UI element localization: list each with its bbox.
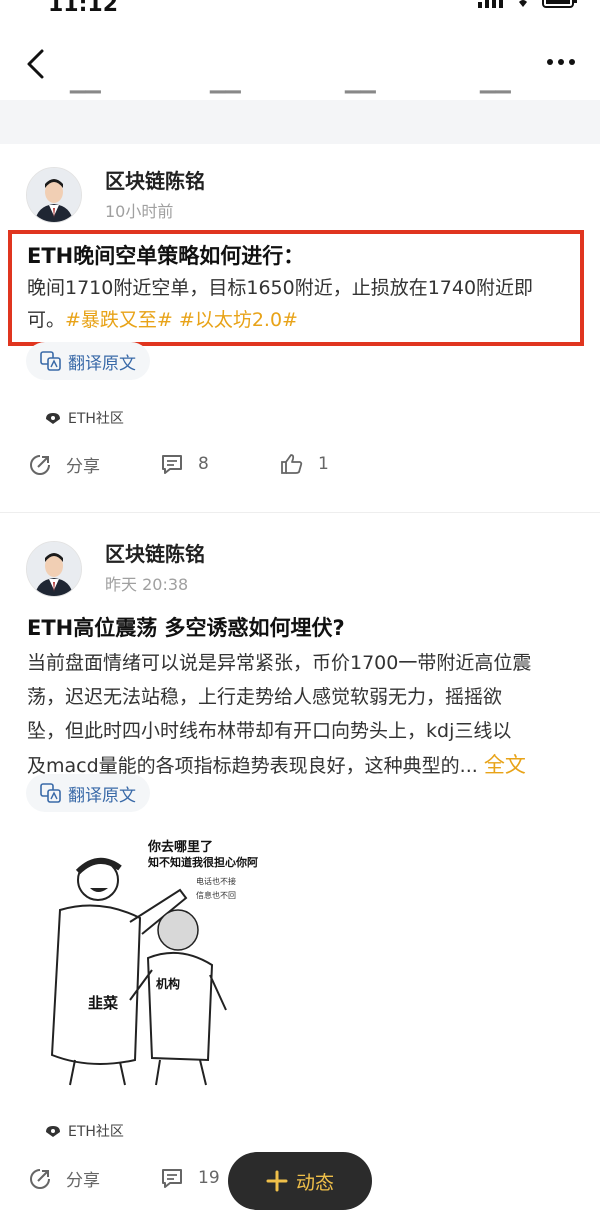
full-text-link[interactable]: 全文 [484, 753, 526, 777]
comment-count: 19 [198, 1168, 220, 1188]
translate-button[interactable]: 翻译原文 [26, 342, 150, 380]
wifi-icon [519, 0, 527, 7]
hashtag-link[interactable]: #暴跌又至# [65, 309, 173, 331]
avatar[interactable] [26, 541, 82, 597]
like-count: 1 [318, 454, 329, 474]
author-name[interactable]: 区块链陈铭 [105, 165, 205, 194]
post-body-line: 坠，但此时四小时线布林带却有开口向势头上，kdj三线以 [27, 720, 512, 742]
post-time: 10小时前 [105, 202, 174, 221]
post-body-line: 晚间1710附近空单，目标1650附近，止损放在1740附近即 [27, 277, 534, 299]
meme-caption: 知不知道我很担心你阿 [148, 856, 258, 869]
avatar[interactable] [26, 167, 82, 223]
author-name[interactable]: 区块链陈铭 [105, 538, 205, 567]
community-label: ETH社区 [68, 411, 124, 427]
status-icons [478, 0, 578, 8]
author-portrait-icon [27, 168, 81, 222]
signal-icon [478, 0, 503, 8]
status-time: 11:12 [48, 0, 119, 17]
meme-label: 机构 [156, 977, 181, 991]
post-title[interactable]: ETH晚间空单策略如何进行： [27, 240, 304, 270]
community-tag[interactable]: ETH社区 [44, 1121, 124, 1141]
meme-label: 韭菜 [88, 994, 119, 1012]
share-label: 分享 [66, 1171, 100, 1191]
author-portrait-icon [27, 542, 81, 596]
create-post-label: 动态 [295, 1171, 334, 1194]
translate-label: 翻译原文 [68, 785, 136, 806]
meme-caption: 你去哪里了 [148, 840, 214, 855]
status-bar: 11:12 [0, 0, 600, 22]
post-body[interactable]: 晚间1710附近空单，目标1650附近，止损放在1740附近即 可。#暴跌又至#… [27, 272, 587, 336]
share-icon [30, 1168, 50, 1189]
translate-label: 翻译原文 [68, 353, 136, 374]
comment-button[interactable]: 8 [160, 452, 209, 476]
tab-strip: ▔▔ ▔▔ ▔▔ ▔▔ [0, 90, 600, 144]
share-button[interactable]: 分享 [28, 1166, 100, 1191]
post-image[interactable]: 你去哪里了 知不知道我很担心你阿 电话也不接 信息也不回 韭菜 机构 [30, 830, 260, 1090]
community-icon [46, 413, 60, 424]
plus-icon [266, 1170, 288, 1192]
share-button[interactable]: 分享 [28, 452, 100, 477]
post-title[interactable]: ETH高位震荡 多空诱惑如何埋伏? [27, 612, 345, 642]
meme-caption: 信息也不回 [196, 891, 236, 900]
translate-icon [40, 783, 61, 803]
community-label: ETH社区 [68, 1124, 124, 1140]
post-time: 昨天 20:38 [105, 575, 189, 594]
community-icon [46, 1126, 60, 1137]
thumbs-up-icon [281, 454, 303, 474]
tab-ghost-1[interactable]: ▔▔ [70, 90, 101, 114]
translate-button[interactable]: 翻译原文 [26, 774, 150, 812]
comment-count: 8 [198, 454, 209, 474]
share-icon [30, 454, 50, 475]
more-dots-icon[interactable] [546, 58, 576, 66]
post-body-line: 当前盘面情绪可以说是异常紧张，币价1700一带附近高位震 [27, 652, 532, 674]
battery-icon [542, 0, 577, 8]
comment-button[interactable]: 19 [160, 1166, 220, 1190]
post-divider [0, 512, 600, 513]
create-post-button[interactable]: 动态 [228, 1152, 372, 1210]
translate-icon [40, 351, 61, 371]
tab-ghost-3[interactable]: ▔▔ [345, 90, 376, 114]
meme-caption: 电话也不接 [196, 877, 236, 886]
tab-ghost-4[interactable]: ▔▔ [480, 90, 511, 114]
post-body-text: 可。 [27, 309, 66, 331]
post-body-line: 可。#暴跌又至# #以太坊2.0# [27, 304, 587, 336]
chevron-left-icon[interactable] [24, 48, 46, 80]
post-body-line: 荡，迟迟无法站稳，上行走势给人感觉软弱无力，摇摇欲 [27, 686, 503, 708]
hashtag-link[interactable]: #以太坊2.0# [179, 309, 298, 331]
post-body[interactable]: 当前盘面情绪可以说是异常紧张，币价1700一带附近高位震 荡，迟迟无法站稳，上行… [27, 646, 592, 783]
comment-icon [162, 455, 182, 474]
community-tag[interactable]: ETH社区 [44, 408, 124, 428]
like-button[interactable]: 1 [280, 452, 329, 476]
tab-ghost-2[interactable]: ▔▔ [210, 90, 241, 114]
comment-icon [162, 1169, 182, 1188]
share-label: 分享 [66, 457, 100, 477]
